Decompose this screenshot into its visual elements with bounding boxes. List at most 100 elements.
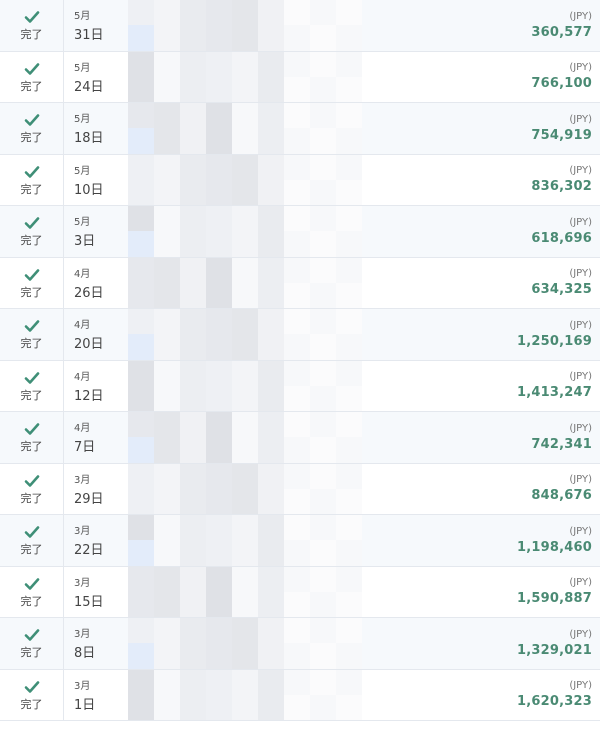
- date-month: 5月: [74, 11, 91, 23]
- redacted-description: [128, 360, 362, 411]
- transaction-row[interactable]: 完了 5月 24日 (JPY) 766,100: [0, 51, 600, 103]
- transaction-row[interactable]: 完了 5月 3日 (JPY) 618,696: [0, 206, 600, 258]
- date-cell: 3月 15日: [64, 567, 128, 618]
- redacted-description: [128, 515, 362, 566]
- redacted-description: [128, 154, 362, 205]
- transaction-row[interactable]: 完了 4月 7日 (JPY) 742,341: [0, 412, 600, 464]
- checkmark-icon: [24, 114, 39, 127]
- amount-cell: (JPY) 1,590,887: [517, 567, 592, 618]
- date-cell: 5月 3日: [64, 206, 128, 257]
- redacted-description: [128, 257, 362, 308]
- transaction-list: 完了 5月 31日 (JPY) 360,577 完了 5月 24日 (JPY) …: [0, 0, 600, 721]
- transaction-row[interactable]: 完了 5月 10日 (JPY) 836,302: [0, 154, 600, 206]
- currency-label: (JPY): [569, 62, 592, 74]
- currency-label: (JPY): [569, 113, 592, 125]
- date-month: 4月: [74, 320, 91, 332]
- checkmark-icon: [24, 577, 39, 590]
- status-label: 完了: [20, 594, 43, 608]
- transaction-row[interactable]: 完了 5月 31日 (JPY) 360,577: [0, 0, 600, 52]
- date-day: 20日: [74, 337, 104, 353]
- status-cell: 完了: [0, 515, 64, 566]
- date-month: 4月: [74, 268, 91, 280]
- date-month: 5月: [74, 217, 91, 229]
- transaction-row[interactable]: 完了 4月 26日 (JPY) 634,325: [0, 257, 600, 309]
- transaction-row[interactable]: 完了 4月 20日 (JPY) 1,250,169: [0, 309, 600, 361]
- date-cell: 3月 8日: [64, 618, 128, 669]
- amount-cell: (JPY) 1,329,021: [517, 618, 592, 669]
- redacted-description: [128, 669, 362, 720]
- transaction-row[interactable]: 完了 3月 1日 (JPY) 1,620,323: [0, 669, 600, 721]
- checkmark-icon: [24, 371, 39, 384]
- amount-value: 634,325: [531, 282, 592, 298]
- date-cell: 3月 29日: [64, 464, 128, 515]
- date-cell: 4月 20日: [64, 309, 128, 360]
- status-cell: 完了: [0, 206, 64, 257]
- status-cell: 完了: [0, 360, 64, 411]
- amount-value: 836,302: [531, 179, 592, 195]
- date-month: 5月: [74, 165, 91, 177]
- redacted-description: [128, 566, 362, 617]
- amount-value: 1,620,323: [517, 694, 592, 710]
- date-month: 5月: [74, 114, 91, 126]
- date-month: 4月: [74, 423, 91, 435]
- date-cell: 4月 26日: [64, 258, 128, 309]
- transaction-row[interactable]: 完了 3月 29日 (JPY) 848,676: [0, 463, 600, 515]
- date-month: 3月: [74, 526, 91, 538]
- checkmark-icon: [24, 320, 39, 333]
- amount-value: 360,577: [531, 24, 592, 40]
- date-cell: 4月 7日: [64, 412, 128, 463]
- transaction-row[interactable]: 完了 5月 18日 (JPY) 754,919: [0, 103, 600, 155]
- date-day: 18日: [74, 131, 104, 147]
- checkmark-icon: [24, 11, 39, 24]
- amount-value: 618,696: [531, 230, 592, 246]
- amount-value: 766,100: [531, 76, 592, 92]
- amount-value: 1,250,169: [517, 333, 592, 349]
- currency-label: (JPY): [569, 422, 592, 434]
- date-cell: 5月 31日: [64, 0, 128, 51]
- date-day: 10日: [74, 182, 104, 198]
- amount-cell: (JPY) 754,919: [531, 103, 592, 154]
- status-label: 完了: [20, 28, 43, 42]
- date-cell: 5月 10日: [64, 155, 128, 206]
- status-label: 完了: [20, 79, 43, 93]
- checkmark-icon: [24, 165, 39, 178]
- currency-label: (JPY): [569, 319, 592, 331]
- amount-cell: (JPY) 1,198,460: [517, 515, 592, 566]
- amount-value: 1,413,247: [517, 385, 592, 401]
- amount-cell: (JPY) 1,620,323: [517, 670, 592, 721]
- transaction-row[interactable]: 完了 3月 8日 (JPY) 1,329,021: [0, 618, 600, 670]
- currency-label: (JPY): [569, 577, 592, 589]
- currency-label: (JPY): [569, 525, 592, 537]
- date-month: 3月: [74, 629, 91, 641]
- status-label: 完了: [20, 697, 43, 711]
- amount-cell: (JPY) 766,100: [531, 52, 592, 103]
- amount-value: 1,198,460: [517, 539, 592, 555]
- status-label: 完了: [20, 491, 43, 505]
- redacted-description: [128, 0, 362, 51]
- status-cell: 完了: [0, 566, 64, 617]
- date-day: 7日: [74, 440, 96, 456]
- date-day: 3日: [74, 234, 96, 250]
- status-cell: 完了: [0, 0, 64, 51]
- redacted-description: [128, 309, 362, 360]
- status-cell: 完了: [0, 51, 64, 102]
- status-cell: 完了: [0, 103, 64, 154]
- status-cell: 完了: [0, 669, 64, 720]
- status-label: 完了: [20, 440, 43, 454]
- amount-cell: (JPY) 1,413,247: [517, 361, 592, 412]
- date-day: 8日: [74, 646, 96, 662]
- amount-cell: (JPY) 1,250,169: [517, 309, 592, 360]
- status-cell: 完了: [0, 309, 64, 360]
- transaction-row[interactable]: 完了 4月 12日 (JPY) 1,413,247: [0, 360, 600, 412]
- transaction-row[interactable]: 完了 3月 15日 (JPY) 1,590,887: [0, 566, 600, 618]
- status-label: 完了: [20, 337, 43, 351]
- status-label: 完了: [20, 388, 43, 402]
- date-day: 1日: [74, 697, 96, 713]
- status-label: 完了: [20, 131, 43, 145]
- date-cell: 4月 12日: [64, 361, 128, 412]
- date-month: 3月: [74, 680, 91, 692]
- currency-label: (JPY): [569, 10, 592, 22]
- amount-cell: (JPY) 618,696: [531, 206, 592, 257]
- transaction-row[interactable]: 完了 3月 22日 (JPY) 1,198,460: [0, 515, 600, 567]
- checkmark-icon: [24, 217, 39, 230]
